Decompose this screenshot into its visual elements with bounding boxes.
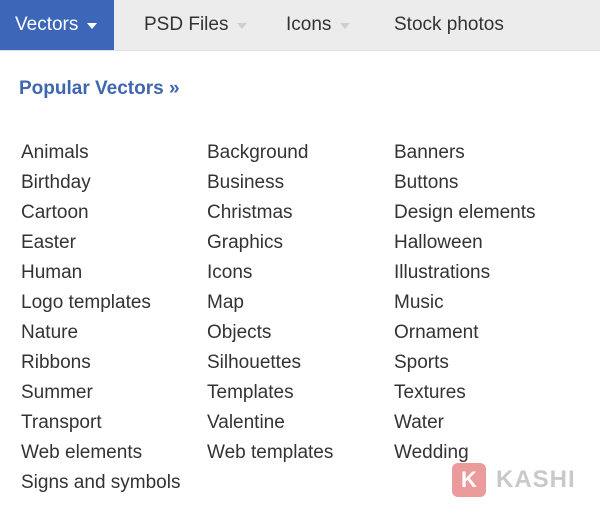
category-column-3: Banners Buttons Design elements Hallowee…	[394, 140, 536, 470]
category-link-ornament[interactable]: Ornament	[394, 320, 536, 350]
category-link-easter[interactable]: Easter	[21, 230, 180, 260]
category-link-design-elements[interactable]: Design elements	[394, 200, 536, 230]
category-link-summer[interactable]: Summer	[21, 380, 180, 410]
chevron-down-icon	[340, 23, 351, 29]
category-link-cartoon[interactable]: Cartoon	[21, 200, 180, 230]
category-link-halloween[interactable]: Halloween	[394, 230, 536, 260]
tab-psd-files[interactable]: PSD Files	[144, 0, 248, 50]
category-link-water[interactable]: Water	[394, 410, 536, 440]
category-link-logo-templates[interactable]: Logo templates	[21, 290, 180, 320]
tab-icons[interactable]: Icons	[286, 0, 351, 50]
category-column-1: Animals Birthday Cartoon Easter Human Lo…	[21, 140, 180, 500]
category-link-templates[interactable]: Templates	[207, 380, 333, 410]
category-link-sports[interactable]: Sports	[394, 350, 536, 380]
tab-label: Stock photos	[394, 14, 504, 35]
tab-label: Vectors	[15, 14, 79, 35]
category-link-web-templates[interactable]: Web templates	[207, 440, 333, 470]
category-link-web-elements[interactable]: Web elements	[21, 440, 180, 470]
category-link-background[interactable]: Background	[207, 140, 333, 170]
popular-vectors-link[interactable]: Popular Vectors »	[19, 78, 180, 100]
category-link-objects[interactable]: Objects	[207, 320, 333, 350]
category-link-silhouettes[interactable]: Silhouettes	[207, 350, 333, 380]
category-link-ribbons[interactable]: Ribbons	[21, 350, 180, 380]
category-link-birthday[interactable]: Birthday	[21, 170, 180, 200]
category-link-buttons[interactable]: Buttons	[394, 170, 536, 200]
category-link-banners[interactable]: Banners	[394, 140, 536, 170]
category-link-christmas[interactable]: Christmas	[207, 200, 333, 230]
tab-vectors[interactable]: Vectors	[0, 0, 114, 50]
category-link-graphics[interactable]: Graphics	[207, 230, 333, 260]
tab-label: Icons	[286, 14, 332, 35]
category-link-human[interactable]: Human	[21, 260, 180, 290]
category-link-transport[interactable]: Transport	[21, 410, 180, 440]
category-column-2: Background Business Christmas Graphics I…	[207, 140, 333, 470]
category-link-nature[interactable]: Nature	[21, 320, 180, 350]
category-link-signs-and-symbols[interactable]: Signs and symbols	[21, 470, 180, 500]
watermark-logo-icon: K	[452, 463, 486, 497]
chevron-down-icon	[87, 23, 98, 29]
category-link-illustrations[interactable]: Illustrations	[394, 260, 536, 290]
category-link-animals[interactable]: Animals	[21, 140, 180, 170]
chevron-down-icon	[237, 23, 248, 29]
category-link-textures[interactable]: Textures	[394, 380, 536, 410]
tab-label: PSD Files	[144, 14, 229, 35]
category-link-business[interactable]: Business	[207, 170, 333, 200]
tab-stock-photos[interactable]: Stock photos	[394, 0, 504, 50]
category-link-icons[interactable]: Icons	[207, 260, 333, 290]
category-link-map[interactable]: Map	[207, 290, 333, 320]
category-link-valentine[interactable]: Valentine	[207, 410, 333, 440]
category-link-music[interactable]: Music	[394, 290, 536, 320]
top-nav: Vectors PSD Files Icons Stock photos	[0, 0, 600, 51]
watermark-text: KASHI	[496, 466, 576, 493]
watermark: K KASHI	[452, 462, 576, 498]
